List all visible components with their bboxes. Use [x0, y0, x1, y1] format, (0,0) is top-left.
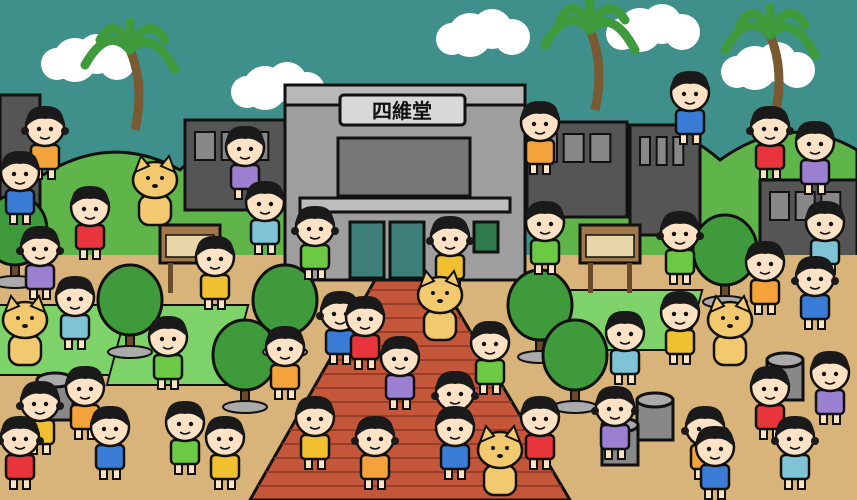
hall-sign-text: 四維堂: [372, 99, 432, 123]
stone-stool: [635, 391, 675, 442]
hall-door-right: [388, 220, 426, 280]
dog: [1, 294, 49, 367]
playground-scene: 四維堂: [0, 0, 857, 500]
hall-notice: [472, 220, 500, 254]
hall-door-left: [348, 220, 386, 280]
hall-canopy: [298, 196, 512, 214]
dog: [476, 424, 524, 497]
dog: [131, 154, 179, 227]
dog: [416, 269, 464, 342]
dog: [706, 294, 754, 367]
hall-upper-windows: [336, 136, 472, 198]
